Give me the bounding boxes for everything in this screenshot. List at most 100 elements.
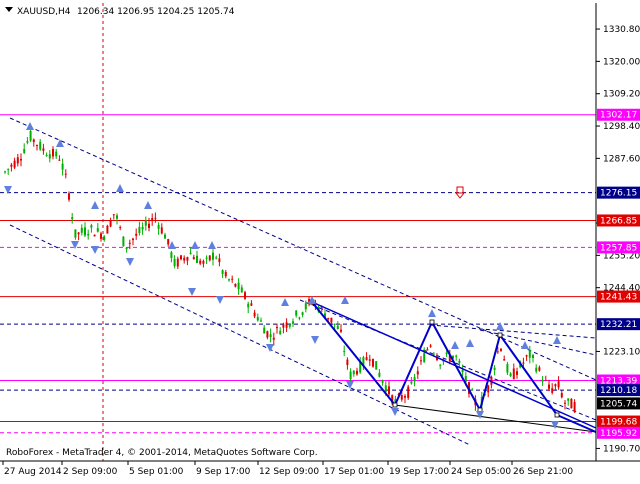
candle-body xyxy=(196,255,198,264)
candle-body xyxy=(256,317,259,321)
candle-body xyxy=(429,345,432,347)
candle-body xyxy=(528,349,531,358)
candle-body xyxy=(381,380,384,383)
candle-body xyxy=(532,354,534,359)
candle-body xyxy=(205,257,208,259)
candle-body xyxy=(503,359,506,361)
candle-body xyxy=(509,373,512,377)
candle-body xyxy=(516,371,518,375)
candle-body xyxy=(336,325,339,330)
wave-point xyxy=(497,332,503,338)
time-tick-label: 5 Sep 01:00 xyxy=(129,467,184,477)
candle-body xyxy=(23,149,26,153)
symbol-label: XAUUSD,H4 xyxy=(17,7,71,17)
candle-body xyxy=(253,312,256,317)
price-tick-label: 1287.60 xyxy=(603,154,640,164)
candle-body xyxy=(269,334,272,338)
candle-body xyxy=(135,233,138,236)
candle-body xyxy=(58,159,61,161)
candle-body xyxy=(93,234,96,237)
wave-point xyxy=(392,402,398,408)
candle-body xyxy=(560,392,563,398)
candle-body xyxy=(301,312,304,315)
candle-body xyxy=(247,303,250,308)
candle-body xyxy=(189,252,192,254)
candle-body xyxy=(384,385,387,392)
candle-body xyxy=(208,255,211,261)
candle-body xyxy=(116,215,118,219)
candle-body xyxy=(212,252,214,260)
candle-body xyxy=(103,236,106,240)
candle-body xyxy=(458,360,461,363)
copyright-label: RoboForex - MetaTrader 4, © 2001-2014, M… xyxy=(6,448,318,458)
candle-body xyxy=(413,377,416,382)
candle-body xyxy=(36,144,38,146)
candle-body xyxy=(570,398,573,409)
candle-body xyxy=(378,372,381,377)
candle-body xyxy=(186,257,189,261)
time-tick-label: 12 Sep 09:00 xyxy=(259,467,319,477)
candle-body xyxy=(292,321,294,324)
time-tick-label: 19 Sep 17:00 xyxy=(389,467,449,477)
candle-body xyxy=(52,148,54,157)
candle-body xyxy=(512,368,515,380)
candle-body xyxy=(538,367,541,371)
candle-body xyxy=(368,359,371,361)
candle-body xyxy=(237,282,240,290)
candle-body xyxy=(125,247,128,250)
candle-body xyxy=(100,233,102,239)
level-tag-label: 1232.21 xyxy=(600,320,637,330)
candle-body xyxy=(420,360,422,362)
time-tick-label: 26 Sep 21:00 xyxy=(513,467,573,477)
price-tick-label: 1320.00 xyxy=(603,57,640,67)
price-tick-label: 1309.20 xyxy=(603,90,640,100)
candle-body xyxy=(64,173,67,175)
candle-body xyxy=(506,364,509,373)
candle-body xyxy=(61,163,64,170)
candle-body xyxy=(96,228,99,232)
candle-body xyxy=(541,379,544,382)
candle-body xyxy=(426,349,429,351)
chart-window[interactable]: 1330.80 1320.00 1309.20 1298.40 1287.60 1266.… xyxy=(0,0,640,480)
candle-body xyxy=(80,227,83,233)
candle-body xyxy=(272,337,275,340)
candle-body xyxy=(493,367,496,370)
candle-body xyxy=(228,279,230,281)
candle-body xyxy=(202,260,205,264)
level-tag-label: 1205.74 xyxy=(600,399,637,409)
price-tick-label: 1330.80 xyxy=(603,25,640,35)
candle-body xyxy=(215,257,218,259)
candle-body xyxy=(525,355,528,357)
candle-body xyxy=(45,155,48,157)
level-tag-label: 1195.92 xyxy=(600,429,637,439)
price-chart[interactable]: 1330.80 1320.00 1309.20 1298.40 1287.60 1266.… xyxy=(0,0,640,480)
candle-body xyxy=(154,217,157,219)
candle-body xyxy=(343,351,346,353)
candle-body xyxy=(333,323,336,325)
candle-body xyxy=(77,232,80,235)
candle-body xyxy=(365,357,368,361)
candle-body xyxy=(295,310,298,316)
candle-body xyxy=(432,353,435,355)
candle-body xyxy=(48,154,51,159)
candle-body xyxy=(84,227,86,236)
candle-body xyxy=(32,139,35,143)
time-tick-label: 2 Sep 09:00 xyxy=(63,467,118,477)
candle-body xyxy=(352,370,355,375)
candle-body xyxy=(20,158,22,161)
candle-body xyxy=(218,258,221,263)
level-tag-label: 1210.18 xyxy=(600,386,637,396)
candle-body xyxy=(164,234,166,239)
candle-body xyxy=(372,358,374,367)
candle-body xyxy=(522,362,525,364)
candle-body xyxy=(106,225,109,234)
candle-body xyxy=(16,157,19,164)
candle-body xyxy=(231,278,234,280)
candle-body xyxy=(461,369,464,373)
candle-body xyxy=(224,272,227,277)
wave-point xyxy=(554,412,560,418)
candle-body xyxy=(29,130,32,141)
price-tick-label: 1298.40 xyxy=(603,122,640,132)
candle-body xyxy=(551,388,554,393)
candle-body xyxy=(567,398,570,401)
